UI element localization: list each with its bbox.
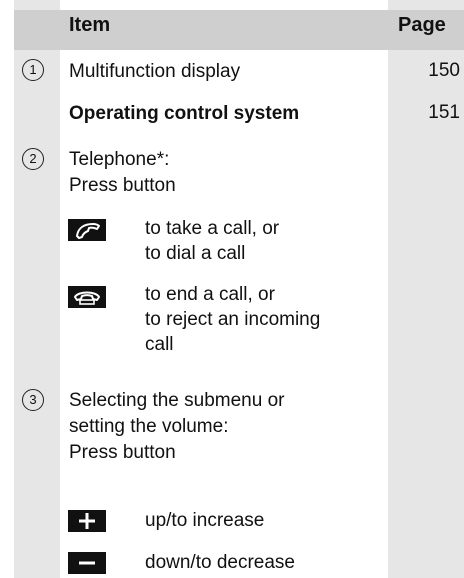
table: Item Page 1 Multifunction display 150 Op…	[0, 0, 464, 578]
button-text: to reject an incoming	[145, 309, 321, 330]
button-text: to take a call, or	[145, 218, 280, 239]
row-line: Telephone*:	[69, 149, 170, 170]
number-column	[14, 0, 60, 578]
marker-1: 1	[22, 59, 44, 81]
marker-3: 3	[22, 389, 44, 411]
button-text: to dial a call	[145, 243, 246, 264]
page-column	[388, 0, 464, 578]
row-line: Press button	[69, 442, 176, 463]
minus-icon	[68, 552, 106, 574]
row-page: 150	[428, 60, 460, 81]
button-text: call	[145, 334, 174, 355]
header-page: Page	[398, 14, 446, 36]
row-line: Selecting the submenu or	[69, 390, 285, 411]
button-text: up/to increase	[145, 510, 265, 531]
header-item: Item	[69, 14, 111, 36]
button-text: to end a call, or	[145, 284, 275, 305]
row-text: Multifunction display	[69, 61, 241, 82]
row-line: Press button	[69, 175, 176, 196]
row-text: Operating control system	[69, 103, 300, 124]
phone-answer-icon	[68, 219, 106, 241]
button-text: down/to decrease	[145, 552, 295, 573]
plus-icon	[68, 510, 106, 532]
phone-hangup-icon	[68, 286, 106, 308]
row-page: 151	[428, 102, 460, 123]
marker-2: 2	[22, 148, 44, 170]
row-line: setting the volume:	[69, 416, 229, 437]
